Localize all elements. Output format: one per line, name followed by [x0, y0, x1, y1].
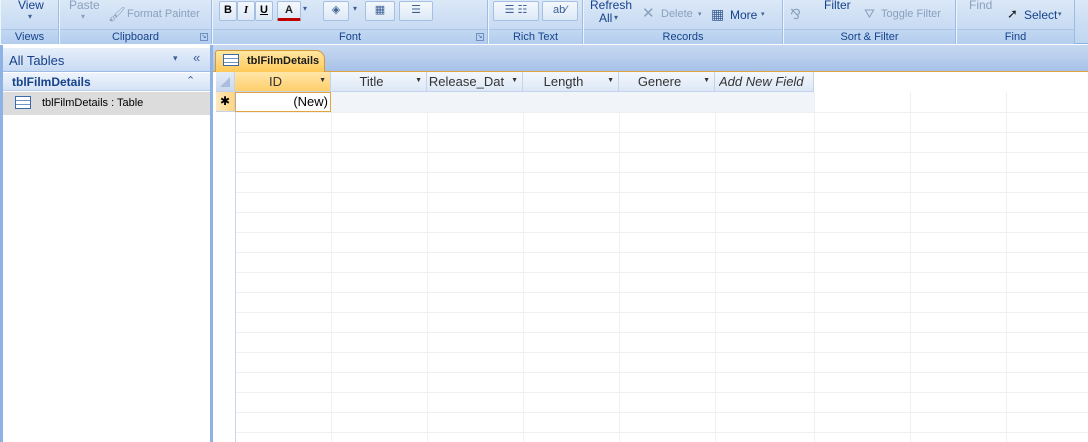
gridlines-button[interactable]: ▦	[365, 1, 395, 21]
chevron-down-icon[interactable]: ▼	[319, 77, 326, 84]
select-button[interactable]: Select	[1024, 8, 1057, 22]
clipboard-group-label: Clipboard	[60, 29, 211, 44]
column-header-genere[interactable]: Genere ▼	[619, 72, 715, 92]
tab-label: tblFilmDetails	[247, 55, 320, 67]
rich-text-group-label: Rich Text	[489, 29, 582, 44]
nav-group-header[interactable]: tblFilmDetails ⌃	[3, 73, 210, 91]
chevron-down-icon[interactable]: ▾	[81, 12, 85, 21]
chevron-down-icon[interactable]: ▾	[1058, 10, 1062, 18]
fill-color-button[interactable]: ◈	[323, 1, 349, 21]
rows-icon: ☰	[411, 4, 421, 16]
underline-button[interactable]: U	[255, 1, 273, 21]
grid-lines	[235, 72, 1088, 442]
filter-button[interactable]: Filter	[824, 0, 851, 12]
column-header-label: ID	[269, 74, 282, 89]
column-header-label: Title	[359, 74, 384, 89]
numbered-list-icon: ☰ ☷	[504, 4, 528, 16]
chevron-down-icon[interactable]: ▼	[607, 77, 614, 84]
column-header-length[interactable]: Length ▼	[523, 72, 619, 92]
clipboard-group: Paste ▾ 🖌 Format Painter Clipboard ↘	[59, 0, 212, 44]
dialog-launcher-icon[interactable]: ↘	[476, 33, 484, 41]
chevron-down-icon[interactable]: ▾	[303, 4, 307, 13]
toggle-filter-button[interactable]: Toggle Filter	[881, 8, 941, 20]
column-header-label: Genere	[637, 74, 682, 89]
nav-pane-header[interactable]: All Tables ▾ «	[3, 48, 210, 72]
grid-icon: ▦	[374, 4, 386, 16]
datasheet-grid[interactable]: ID ▼ Title ▼ Release_Dat ▼ Length ▼ Gene…	[216, 72, 1088, 442]
spelling-icon: ab⁄	[552, 4, 568, 16]
navigation-pane: All Tables ▾ « tblFilmDetails ⌃ tblFilmD…	[0, 45, 213, 442]
delete-icon: ✕	[642, 5, 655, 22]
new-record-id-cell[interactable]: (New)	[235, 92, 331, 112]
document-tab-strip: tblFilmDetails	[213, 45, 1088, 72]
font-group-label: Font	[213, 29, 487, 44]
list-buttons[interactable]: ☰ ☷	[493, 1, 539, 21]
chevron-down-icon[interactable]: ▼	[703, 77, 710, 84]
font-color-button[interactable]: A	[277, 1, 301, 21]
spelling-button[interactable]: ab⁄	[542, 1, 578, 21]
chevron-down-icon[interactable]: ▼	[511, 77, 518, 84]
more-button[interactable]: More	[730, 8, 757, 22]
column-header-label: Add New Field	[719, 74, 804, 89]
tab-tblfilmdetails[interactable]: tblFilmDetails	[215, 50, 325, 72]
chevron-down-icon[interactable]: ▼	[415, 77, 422, 84]
new-record-row[interactable]	[331, 92, 814, 112]
chevron-down-icon[interactable]: ▾	[353, 4, 357, 13]
views-group: View ▾ Views	[0, 0, 59, 44]
find-button[interactable]: Find	[969, 0, 992, 12]
select-all-corner[interactable]	[216, 72, 235, 92]
records-group-label: Records	[584, 29, 782, 44]
table-icon	[223, 54, 239, 66]
chevron-down-icon[interactable]: ▾	[614, 13, 618, 22]
view-button[interactable]: View	[18, 0, 44, 12]
column-header-add-new-field[interactable]: Add New Field	[715, 72, 814, 92]
new-record-selector[interactable]: ✱	[216, 92, 235, 112]
nav-group-title[interactable]: tblFilmDetails	[12, 75, 91, 89]
nav-pane-title[interactable]: All Tables	[9, 53, 64, 68]
paint-bucket-icon: ◈	[331, 4, 341, 16]
delete-button[interactable]: Delete	[661, 8, 693, 20]
column-header-label: Release_Dat	[428, 74, 505, 89]
alternate-fill-button[interactable]: ☰	[399, 1, 433, 21]
find-group-label: Find	[957, 29, 1074, 44]
paste-button[interactable]: Paste	[69, 0, 100, 12]
column-header-release-date[interactable]: Release_Dat ▼	[427, 72, 523, 92]
sort-filter-group-label: Sort & Filter	[784, 29, 955, 44]
sort-filter-group: ⅋ Filter ⛛ Toggle Filter Sort & Filter	[783, 0, 956, 44]
sort-icon[interactable]: ⅋	[790, 6, 801, 23]
table-icon: ▦	[711, 6, 725, 22]
nav-item-tblfilmdetails[interactable]: tblFilmDetails : Table	[3, 92, 210, 115]
format-painter-icon: 🖌	[108, 6, 126, 22]
cursor-icon: ➚	[1007, 6, 1018, 21]
column-header-id[interactable]: ID ▼	[235, 72, 331, 92]
italic-button[interactable]: I	[237, 1, 255, 21]
chevron-down-icon[interactable]: ▾	[173, 53, 178, 64]
nav-item-label: tblFilmDetails : Table	[42, 97, 144, 109]
font-group: B I U A ▾ ◈ ▾ ▦ ☰ Font ↘	[212, 0, 488, 44]
find-group: Find ➚ Select ▾ Find	[956, 0, 1075, 44]
chevron-down-icon[interactable]: ▾	[28, 12, 32, 21]
collapse-pane-icon[interactable]: «	[193, 50, 200, 65]
funnel-icon: ⛛	[864, 6, 875, 21]
format-painter-button[interactable]: Format Painter	[127, 8, 200, 20]
chevron-down-icon[interactable]: ▾	[698, 10, 702, 18]
bold-button[interactable]: B	[219, 1, 237, 21]
views-group-label: Views	[1, 29, 58, 44]
ribbon: View ▾ Views Paste ▾ 🖌 Format Painter Cl…	[0, 0, 1088, 44]
collapse-group-icon[interactable]: ⌃	[186, 74, 195, 87]
dialog-launcher-icon[interactable]: ↘	[200, 33, 208, 41]
records-group: Refresh All ▾ ✕ Delete ▾ ▦ More ▾ Record…	[583, 0, 783, 44]
rich-text-group: ☰ ☷ ab⁄ Rich Text	[488, 0, 583, 44]
chevron-down-icon[interactable]: ▾	[761, 10, 765, 18]
column-header-title[interactable]: Title ▼	[331, 72, 427, 92]
table-icon	[15, 96, 31, 109]
refresh-all-sub-label[interactable]: All	[599, 11, 612, 25]
column-header-label: Length	[543, 74, 584, 89]
corner-triangle-icon	[220, 77, 230, 87]
